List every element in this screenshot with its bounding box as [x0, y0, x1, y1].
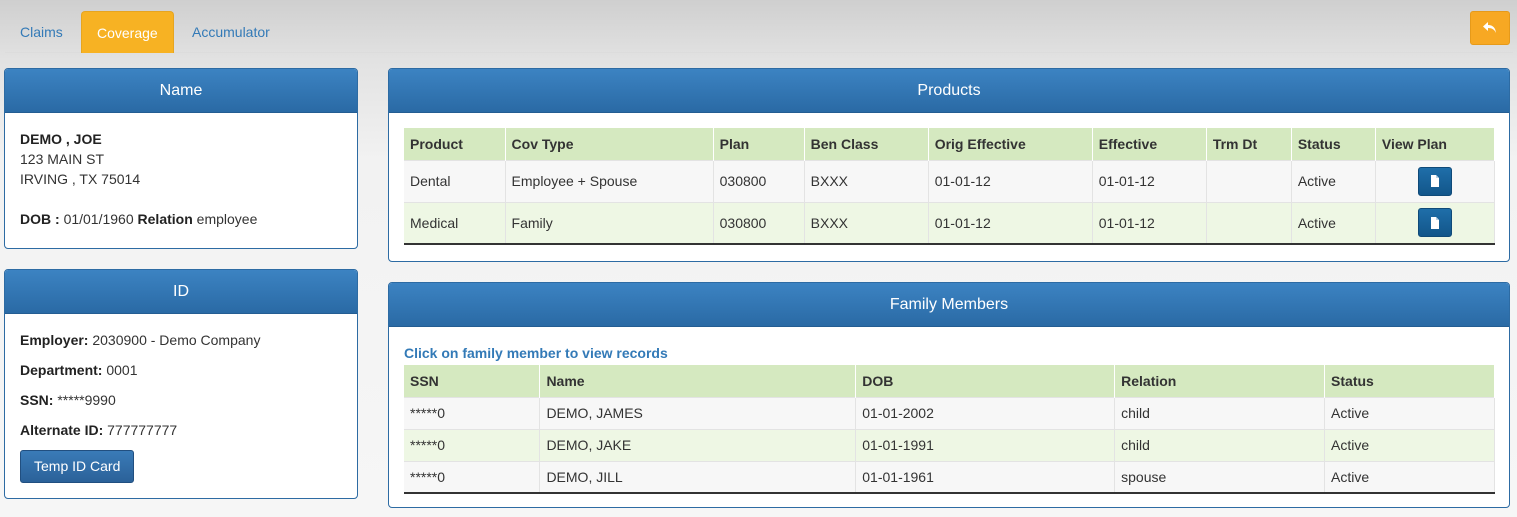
cell-ssn: *****0: [404, 460, 541, 494]
col-ssn: SSN: [404, 365, 541, 397]
products-panel: Products Product Cov Type Plan Ben Class…: [388, 68, 1510, 262]
cell-plan: 030800: [713, 201, 805, 245]
cell-view-plan: [1375, 159, 1496, 202]
cell-relation: child: [1114, 428, 1326, 461]
cell-plan: 030800: [713, 159, 805, 202]
name-panel: Name DEMO , JOE 123 MAIN ST IRVING , TX …: [4, 68, 358, 249]
cell-orig-effective: 01-01-12: [928, 159, 1093, 202]
cell-effective: 01-01-12: [1092, 201, 1207, 245]
tab-accumulator[interactable]: Accumulator: [177, 11, 285, 53]
col-dob: DOB: [855, 365, 1116, 397]
cell-trm-dt: [1206, 201, 1292, 245]
cell-dob: 01-01-1961: [855, 460, 1116, 494]
cell-dob: 01-01-1991: [855, 428, 1116, 461]
cell-product: Dental: [404, 159, 506, 202]
department-line: Department: 0001: [20, 360, 342, 380]
products-panel-title: Products: [389, 69, 1509, 113]
family-hint-text: Click on family member to view records: [404, 345, 668, 361]
cell-view-plan: [1375, 201, 1496, 245]
department-label: Department:: [20, 362, 103, 378]
col-trm-dt: Trm Dt: [1206, 128, 1292, 160]
cell-ssn: *****0: [404, 396, 541, 429]
ssn-line: SSN: *****9990: [20, 390, 342, 410]
family-members-table: SSN Name DOB Relation Status *****0 DEMO…: [404, 365, 1495, 494]
ssn-label: SSN:: [20, 392, 54, 408]
member-name: DEMO , JOE: [20, 131, 102, 147]
department-value: 0001: [106, 362, 138, 378]
family-member-row[interactable]: *****0 DEMO, JAMES 01-01-2002 child Acti…: [404, 396, 1495, 429]
cell-status: Active: [1291, 201, 1376, 245]
family-member-row[interactable]: *****0 DEMO, JAKE 01-01-1991 child Activ…: [404, 428, 1495, 461]
col-product: Product: [404, 128, 506, 160]
undo-arrow-icon: [1483, 22, 1496, 33]
cell-dob: 01-01-2002: [855, 396, 1116, 429]
cell-name: DEMO, JILL: [539, 460, 857, 494]
dob-relation-line: DOB : 01/01/1960 Relation employee: [20, 209, 342, 229]
view-plan-button[interactable]: [1417, 166, 1452, 196]
cell-cov-type: Family: [505, 201, 714, 245]
cell-status: Active: [1324, 460, 1495, 494]
alternate-id-value: 777777777: [107, 422, 178, 438]
col-view-plan: View Plan: [1375, 128, 1496, 160]
name-panel-title: Name: [5, 69, 357, 113]
family-member-row[interactable]: *****0 DEMO, JILL 01-01-1961 spouse Acti…: [404, 460, 1495, 494]
dob-value: 01/01/1960: [63, 211, 134, 227]
cell-effective: 01-01-12: [1092, 159, 1207, 202]
employer-label: Employer:: [20, 332, 89, 348]
col-plan: Plan: [713, 128, 805, 160]
family-panel-title: Family Members: [389, 283, 1509, 327]
cell-status: Active: [1324, 396, 1495, 429]
alternate-id-label: Alternate ID:: [20, 422, 104, 438]
cell-orig-effective: 01-01-12: [928, 201, 1093, 245]
cell-trm-dt: [1206, 159, 1292, 202]
table-row: Dental Employee + Spouse 030800 BXXX 01-…: [404, 159, 1496, 202]
address-line-2: IRVING , TX 75014: [20, 171, 141, 187]
view-plan-button[interactable]: [1417, 208, 1452, 238]
cell-ben-class: BXXX: [804, 201, 929, 245]
family-header-row: SSN Name DOB Relation Status: [404, 365, 1495, 397]
relation-value: employee: [196, 211, 258, 227]
cell-ssn: *****0: [404, 428, 541, 461]
cell-status: Active: [1291, 159, 1376, 202]
col-ben-class: Ben Class: [804, 128, 929, 160]
family-members-panel: Family Members Click on family member to…: [388, 282, 1510, 508]
cell-name: DEMO, JAKE: [539, 428, 857, 461]
cell-product: Medical: [404, 201, 506, 245]
cell-status: Active: [1324, 428, 1495, 461]
cell-relation: spouse: [1114, 460, 1326, 494]
employer-value: 2030900 - Demo Company: [92, 332, 261, 348]
document-icon: [1430, 216, 1439, 229]
cell-ben-class: BXXX: [804, 159, 929, 202]
tab-coverage[interactable]: Coverage: [81, 11, 174, 53]
products-table: Product Cov Type Plan Ben Class Orig Eff…: [404, 128, 1496, 245]
ssn-value: *****9990: [57, 392, 116, 408]
back-button[interactable]: [1470, 11, 1510, 45]
tab-claims[interactable]: Claims: [5, 11, 78, 53]
cell-name: DEMO, JAMES: [539, 396, 857, 429]
col-relation: Relation: [1114, 365, 1326, 397]
alternate-id-line: Alternate ID: 777777777: [20, 420, 342, 440]
col-orig-effective: Orig Effective: [928, 128, 1093, 160]
tab-bar: Claims Coverage Accumulator: [5, 11, 1513, 53]
products-header-row: Product Cov Type Plan Ben Class Orig Eff…: [404, 128, 1496, 160]
employer-line: Employer: 2030900 - Demo Company: [20, 330, 342, 350]
table-row: Medical Family 030800 BXXX 01-01-12 01-0…: [404, 201, 1496, 245]
col-effective: Effective: [1092, 128, 1207, 160]
col-cov-type: Cov Type: [505, 128, 714, 160]
address-line-1: 123 MAIN ST: [20, 151, 105, 167]
dob-label: DOB :: [20, 211, 60, 227]
col-name: Name: [539, 365, 857, 397]
relation-label: Relation: [137, 211, 193, 227]
col-status: Status: [1324, 365, 1495, 397]
id-panel: ID Employer: 2030900 - Demo Company Depa…: [4, 269, 358, 499]
temp-id-card-button[interactable]: Temp ID Card: [20, 450, 135, 483]
cell-relation: child: [1114, 396, 1326, 429]
cell-cov-type: Employee + Spouse: [505, 159, 714, 202]
id-panel-title: ID: [5, 270, 357, 314]
col-status: Status: [1291, 128, 1376, 160]
document-icon: [1430, 175, 1439, 187]
